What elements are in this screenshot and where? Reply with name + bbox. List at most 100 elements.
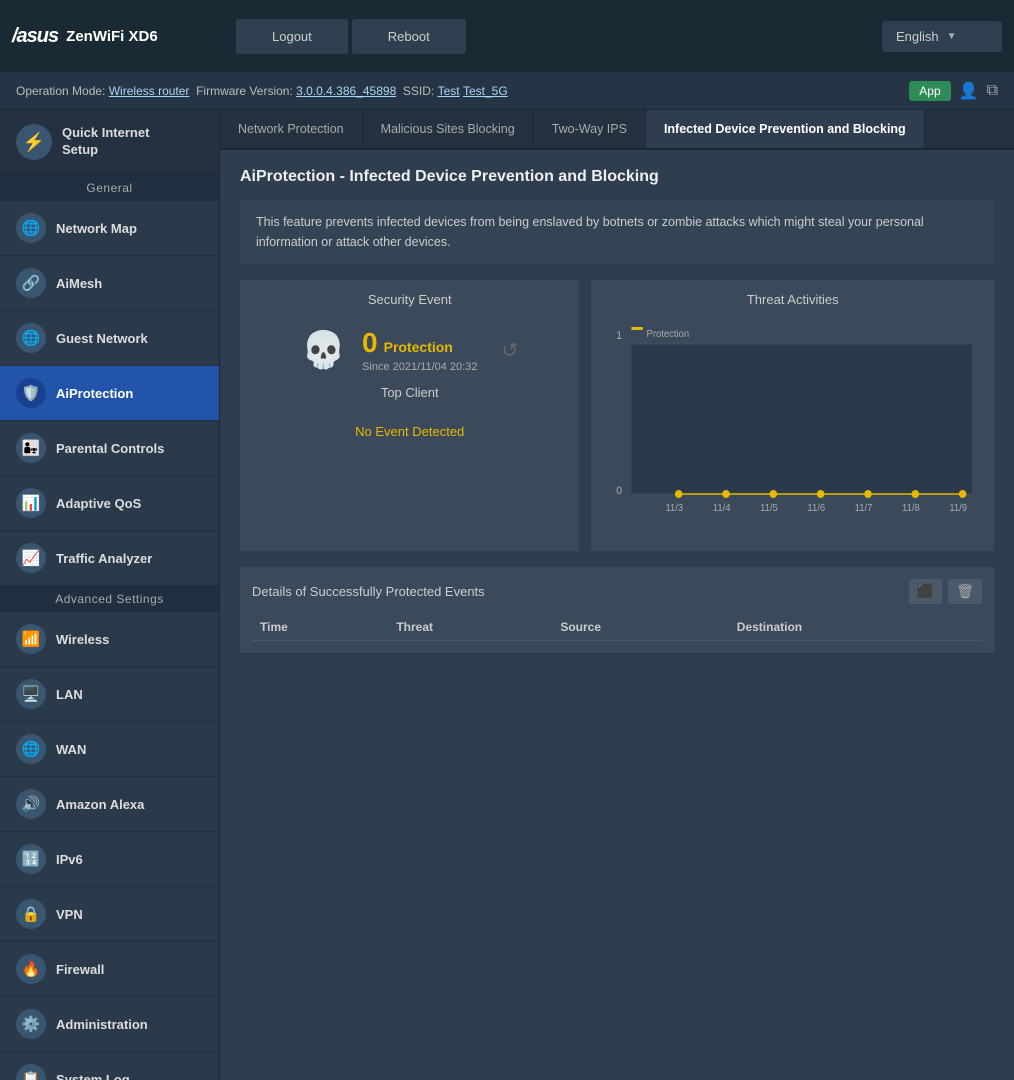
- security-event-title: Security Event: [252, 292, 567, 307]
- svg-text:0: 0: [617, 485, 623, 497]
- svg-text:11/3: 11/3: [666, 503, 684, 514]
- sidebar-item-adaptive-qos[interactable]: 📊 Adaptive QoS: [0, 476, 219, 531]
- sidebar-label-parental-controls: Parental Controls: [56, 441, 164, 456]
- copy-icon[interactable]: ⧉: [987, 82, 998, 100]
- nav-buttons: Logout Reboot: [220, 19, 882, 54]
- tab-bar: Network Protection Malicious Sites Block…: [220, 110, 1014, 150]
- logo-area: /asus ZenWiFi XD6: [0, 0, 220, 72]
- firmware-label: Firmware Version:: [196, 84, 293, 98]
- tab-malicious-sites[interactable]: Malicious Sites Blocking: [363, 110, 534, 148]
- sidebar-item-wan[interactable]: 🌐 WAN: [0, 722, 219, 777]
- sidebar-item-parental-controls[interactable]: 👨‍👧 Parental Controls: [0, 421, 219, 476]
- operation-mode-label: Operation Mode:: [16, 84, 105, 98]
- skull-icon: 💀: [301, 329, 346, 371]
- tab-infected-device[interactable]: Infected Device Prevention and Blocking: [646, 110, 925, 148]
- general-section-title: General: [0, 175, 219, 201]
- advanced-section-title: Advanced Settings: [0, 586, 219, 612]
- asus-logo: /asus: [12, 25, 58, 48]
- top-client-label: Top Client: [381, 385, 439, 400]
- svg-text:11/7: 11/7: [855, 503, 873, 514]
- firewall-icon: 🔥: [16, 954, 46, 984]
- sidebar-item-guest-network[interactable]: 🌐 Guest Network: [0, 311, 219, 366]
- svg-text:11/6: 11/6: [808, 503, 826, 514]
- sidebar-label-system-log: System Log: [56, 1072, 130, 1080]
- language-selector[interactable]: English ▼: [882, 21, 1002, 52]
- app-button[interactable]: App: [909, 81, 950, 101]
- sidebar-item-lan[interactable]: 🖥️ LAN: [0, 667, 219, 722]
- clear-button[interactable]: 🗑: [948, 579, 982, 604]
- page-body: AiProtection - Infected Device Preventio…: [220, 150, 1014, 671]
- vpn-icon: 🔒: [16, 899, 46, 929]
- svg-text:11/8: 11/8: [903, 503, 921, 514]
- quick-setup-icon: ⚡: [16, 124, 52, 160]
- tab-network-protection[interactable]: Network Protection: [220, 110, 363, 148]
- sidebar-item-aiprotection[interactable]: 🛡️ AiProtection: [0, 366, 219, 421]
- user-icon[interactable]: 👤: [959, 81, 979, 101]
- threat-chart-container: 1 0 Protection: [603, 319, 982, 539]
- sidebar-item-ipv6[interactable]: 🔢 IPv6: [0, 832, 219, 887]
- lan-icon: 🖥️: [16, 679, 46, 709]
- guest-network-icon: 🌐: [16, 323, 46, 353]
- ssid-label: SSID:: [403, 84, 434, 98]
- page-title: AiProtection - Infected Device Preventio…: [240, 168, 994, 186]
- sidebar-item-wireless[interactable]: 📶 Wireless: [0, 612, 219, 667]
- traffic-analyzer-icon: 📈: [16, 543, 46, 573]
- sidebar-label-aiprotection: AiProtection: [56, 386, 133, 401]
- details-header: Details of Successfully Protected Events…: [252, 579, 982, 604]
- sidebar-label-wireless: Wireless: [56, 632, 109, 647]
- tab-two-way-ips[interactable]: Two-Way IPS: [534, 110, 646, 148]
- sidebar-item-aimesh[interactable]: 🔗 AiMesh: [0, 256, 219, 311]
- adaptive-qos-icon: 📊: [16, 488, 46, 518]
- topbar: /asus ZenWiFi XD6 Logout Reboot English …: [0, 0, 1014, 72]
- refresh-icon[interactable]: ↺: [501, 338, 518, 363]
- no-event-label: No Event Detected: [355, 424, 464, 439]
- ssid-value[interactable]: Test: [438, 84, 460, 98]
- sidebar-item-system-log[interactable]: 📋 System Log: [0, 1052, 219, 1080]
- event-count-area: 0 Protection Since 2021/11/04 20:32: [362, 327, 477, 373]
- sidebar: ⚡ Quick InternetSetup General 🌐 Network …: [0, 110, 220, 1080]
- security-event-top: 💀 0 Protection Since 2021/11/04 20:32 ↺: [252, 327, 567, 373]
- main-layout: ⚡ Quick InternetSetup General 🌐 Network …: [0, 110, 1014, 1080]
- parental-controls-icon: 👨‍👧: [16, 433, 46, 463]
- sidebar-label-vpn: VPN: [56, 907, 83, 922]
- details-section: Details of Successfully Protected Events…: [240, 567, 994, 653]
- event-since-label: Since 2021/11/04 20:32: [362, 361, 477, 373]
- sidebar-label-ipv6: IPv6: [56, 852, 83, 867]
- panels-container: Security Event 💀 0 Protection Since 2021…: [240, 280, 994, 551]
- ipv6-icon: 🔢: [16, 844, 46, 874]
- operation-mode-value[interactable]: Wireless router: [109, 84, 190, 98]
- quick-setup-item[interactable]: ⚡ Quick InternetSetup: [0, 110, 219, 175]
- sidebar-item-administration[interactable]: ⚙️ Administration: [0, 997, 219, 1052]
- event-protection-label: Protection: [384, 339, 453, 355]
- description-text: This feature prevents infected devices f…: [240, 200, 994, 264]
- svg-text:11/9: 11/9: [950, 503, 968, 514]
- threat-activities-title: Threat Activities: [603, 292, 982, 307]
- threat-activities-panel: Threat Activities 1 0 Protection: [591, 280, 994, 551]
- col-threat: Threat: [388, 614, 552, 641]
- wireless-icon: 📶: [16, 624, 46, 654]
- details-title: Details of Successfully Protected Events: [252, 584, 909, 599]
- col-destination: Destination: [729, 614, 982, 641]
- sidebar-label-lan: LAN: [56, 687, 83, 702]
- threat-chart: 1 0 Protection: [603, 319, 982, 519]
- sidebar-item-traffic-analyzer[interactable]: 📈 Traffic Analyzer: [0, 531, 219, 586]
- firmware-value[interactable]: 3.0.0.4.386_45898: [296, 84, 396, 98]
- export-button[interactable]: ⬛: [909, 579, 942, 604]
- logout-button[interactable]: Logout: [236, 19, 348, 54]
- language-label: English: [896, 29, 939, 44]
- ssid-5g-value[interactable]: Test_5G: [463, 84, 508, 98]
- security-event-content: 💀 0 Protection Since 2021/11/04 20:32 ↺ …: [252, 319, 567, 447]
- security-event-panel: Security Event 💀 0 Protection Since 2021…: [240, 280, 579, 551]
- aimesh-icon: 🔗: [16, 268, 46, 298]
- reboot-button[interactable]: Reboot: [352, 19, 466, 54]
- sidebar-item-network-map[interactable]: 🌐 Network Map: [0, 201, 219, 256]
- network-map-icon: 🌐: [16, 213, 46, 243]
- sidebar-label-amazon-alexa: Amazon Alexa: [56, 797, 144, 812]
- sidebar-label-traffic-analyzer: Traffic Analyzer: [56, 551, 152, 566]
- sidebar-label-administration: Administration: [56, 1017, 148, 1032]
- sidebar-item-firewall[interactable]: 🔥 Firewall: [0, 942, 219, 997]
- svg-text:11/4: 11/4: [713, 503, 731, 514]
- sidebar-item-amazon-alexa[interactable]: 🔊 Amazon Alexa: [0, 777, 219, 832]
- sidebar-item-vpn[interactable]: 🔒 VPN: [0, 887, 219, 942]
- details-table: Time Threat Source Destination: [252, 614, 982, 641]
